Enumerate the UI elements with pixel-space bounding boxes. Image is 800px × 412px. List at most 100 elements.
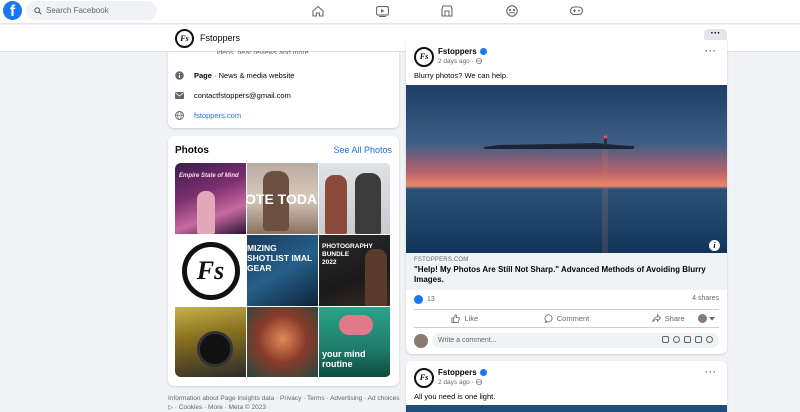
photo-caption: PHOTOGRAPHY BUNDLE 2022 [322,243,373,266]
like-reaction-icon [414,295,423,304]
share-label: Share [664,314,685,323]
search-bar[interactable] [26,1,157,20]
footer-links[interactable]: Information about Page Insights data · P… [168,394,400,412]
top-navigation-bar: f [0,0,800,24]
verified-badge-icon [479,369,487,376]
camera-icon[interactable] [684,336,691,343]
website-row: fstoppers.com [175,111,241,120]
photo-thumbnail[interactable]: MIZING SHOTLIST IMAL GEAR [247,235,318,306]
link-title[interactable]: "Help! My Photos Are Still Not Sharp." A… [414,265,719,285]
category-row: Page · News & media website [175,71,294,80]
comment-placeholder: Write a comment... [438,337,497,344]
reaction-count: 13 [427,296,435,303]
globe-icon [475,58,482,65]
photo-thumbnail[interactable] [319,163,390,234]
comment-button[interactable]: Comment [516,314,618,323]
photo-figure [365,249,387,306]
photo-figure [325,175,347,234]
photo-thumbnail[interactable]: Fs [175,235,246,306]
post-options-button[interactable]: ··· [705,367,717,377]
avatar[interactable] [414,333,428,348]
photo-thumbnail[interactable]: PHOTOGRAPHY BUNDLE 2022 [319,235,390,306]
comment-icon [544,314,553,323]
photo-caption: Empire State of Mind [179,173,239,179]
photo-caption: your mind routine [322,349,366,369]
photo-thumbnail[interactable] [247,307,318,377]
post-author-name[interactable]: Fstoppers [438,368,477,377]
verified-badge-icon [479,48,487,55]
like-button[interactable]: Like [414,314,516,323]
photos-title: Photos [175,145,209,156]
share-count[interactable]: 4 shares [692,295,719,302]
photo-thumbnail[interactable]: your mind routine [319,307,390,377]
like-label: Like [464,314,479,323]
thumbs-up-icon [451,314,461,323]
emoji-icon[interactable] [673,336,680,343]
fstoppers-logo: Fs [181,241,240,300]
website-link[interactable]: fstoppers.com [194,111,241,120]
intro-description: ...ideos, gear reviews and more [211,50,309,54]
photo-figure [339,315,373,335]
post-text: Blurry photos? We can help. [414,71,509,80]
post-author-avatar[interactable]: Fs [414,368,434,388]
search-icon [34,6,42,15]
post-image[interactable] [406,405,727,412]
link-domain: FSTOPPERS.COM [414,257,469,263]
share-icon [651,314,661,323]
facebook-logo[interactable]: f [3,1,22,20]
feed-post: Fs Fstoppers 2 days ago · ··· All you ne… [406,361,727,412]
video-icon[interactable] [374,4,390,18]
photos-card: Photos See All Photos Empire State of Mi… [168,136,399,386]
feed-post: Fs Fstoppers 2 days ago · ··· Blurry pho… [406,40,727,354]
photo-caption: OTE TODA [247,191,318,207]
link-preview[interactable]: FSTOPPERS.COM "Help! My Photos Are Still… [406,253,727,290]
comment-tools [662,336,713,343]
intro-card: ...ideos, gear reviews and more Page · N… [168,50,399,128]
photo-figure [355,173,381,234]
globe-icon [175,111,184,120]
photo-caption: Fs [196,255,225,285]
seascape-photo [406,85,727,253]
photo-thumbnail[interactable]: OTE TODA [247,163,318,234]
post-actions: Like Comment Share [414,309,719,328]
photo-thumbnail[interactable]: Empire State of Mind [175,163,246,234]
post-author-name[interactable]: Fstoppers [438,47,477,56]
comment-input[interactable]: Write a comment... [432,333,719,348]
post-author: Fstoppers [438,368,487,377]
photo-thumbnail[interactable] [175,307,246,377]
category-value: · News & media website [211,71,295,80]
post-author-avatar[interactable]: Fs [414,47,434,67]
sticker-icon[interactable] [662,336,669,343]
reaction-summary[interactable]: 13 [414,295,435,304]
audience-selector[interactable] [698,314,715,323]
post-timestamp: 2 days ago · [438,58,482,65]
email-link[interactable]: contactfstoppers@gmail.com [194,91,291,100]
comment-label: Comment [556,314,590,323]
post-time-text[interactable]: 2 days ago · [438,379,476,386]
envelope-icon [175,91,184,100]
globe-icon [475,379,482,386]
post-author: Fstoppers [438,47,487,56]
info-icon [175,71,184,80]
avatar [698,314,707,323]
gaming-icon[interactable] [568,4,584,18]
email-row: contactfstoppers@gmail.com [175,91,291,100]
post-link-image[interactable]: i [406,85,727,253]
gif-icon[interactable] [695,336,702,343]
page-avatar[interactable]: Fs [175,29,194,48]
chevron-down-icon [709,316,715,320]
see-all-photos-link[interactable]: See All Photos [333,145,392,155]
category-label: Page [194,71,212,80]
photos-grid: Empire State of Mind OTE TODA Fs MIZING … [175,163,391,377]
post-options-button[interactable]: ··· [705,46,717,56]
info-icon[interactable]: i [709,240,720,251]
avatar-sticker-icon[interactable] [706,336,713,343]
groups-icon[interactable] [504,4,520,18]
post-text: All you need is one light. [414,392,496,401]
search-input[interactable] [46,6,146,15]
post-time-text[interactable]: 2 days ago · [438,58,476,65]
page-name[interactable]: Fstoppers [200,33,240,43]
photo-figure [197,191,215,234]
marketplace-icon[interactable] [439,4,455,18]
home-icon[interactable] [310,4,326,18]
